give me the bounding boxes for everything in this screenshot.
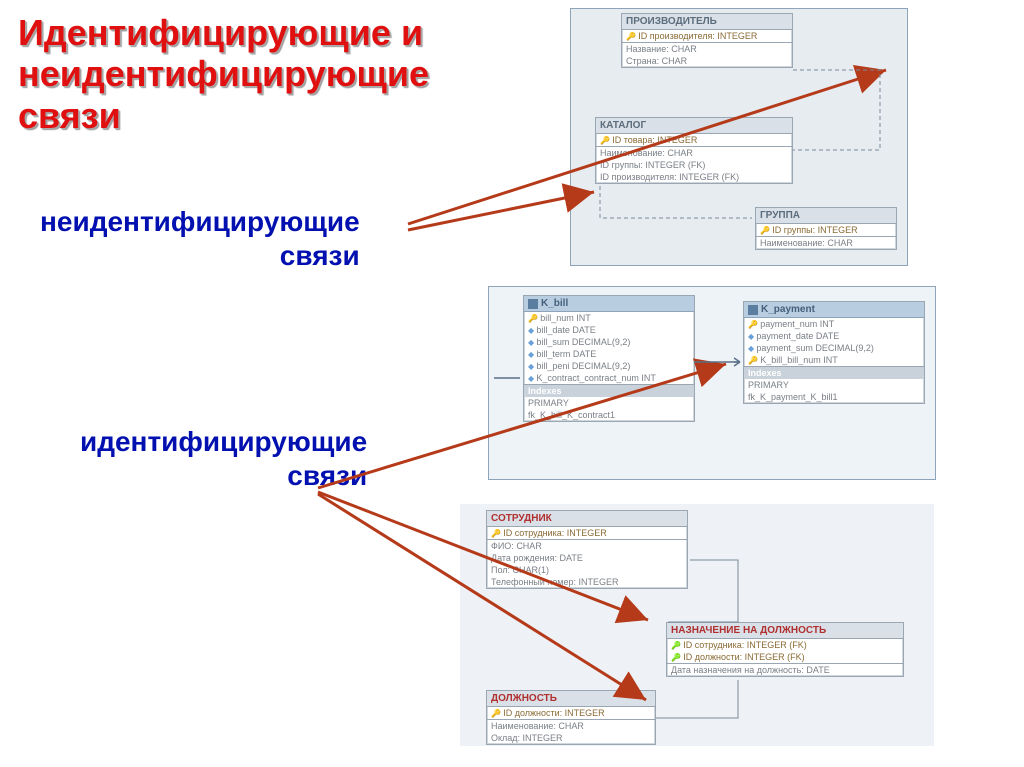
subtitle-identifying: идентифицирующие связи (80, 425, 367, 492)
field: Дата назначения на должность: DATE (667, 664, 903, 676)
field: Телефонный номер: INTEGER (487, 576, 687, 588)
field-pk: ID должности: INTEGER (487, 707, 655, 719)
field: Название: CHAR (622, 43, 792, 55)
entity-title: ДОЛЖНОСТЬ (487, 691, 655, 707)
entity-title: СОТРУДНИК (487, 511, 687, 527)
entity-title-text: K_payment (761, 304, 815, 315)
field: Пол: CHAR(1) (487, 564, 687, 576)
field: payment_date DATE (744, 330, 924, 342)
entity-assignment: НАЗНАЧЕНИЕ НА ДОЛЖНОСТЬ ID сотрудника: I… (666, 622, 904, 677)
field: ФИО: CHAR (487, 540, 687, 552)
entity-k-bill: K_bill bill_num INT bill_date DATE bill_… (523, 295, 695, 422)
field-pk: ID производителя: INTEGER (622, 30, 792, 42)
entity-title: КАТАЛОГ (596, 118, 792, 134)
entity-group: ГРУППА ID группы: INTEGER Наименование: … (755, 207, 897, 250)
indexes-header: Indexes (744, 366, 924, 379)
field: bill_term DATE (524, 348, 694, 360)
entity-catalog: КАТАЛОГ ID товара: INTEGER Наименование:… (595, 117, 793, 184)
field: Наименование: CHAR (596, 147, 792, 159)
erd-panel-top: ПРОИЗВОДИТЕЛЬ ID производителя: INTEGER … (570, 8, 908, 266)
field: Наименование: CHAR (487, 720, 655, 732)
entity-title: ПРОИЗВОДИТЕЛЬ (622, 14, 792, 30)
field-fk: K_bill_bill_num INT (744, 354, 924, 366)
field: bill_sum DECIMAL(9,2) (524, 336, 694, 348)
entity-title: K_payment (744, 302, 924, 318)
field: bill_num INT (524, 312, 694, 324)
field: bill_peni DECIMAL(9,2) (524, 360, 694, 372)
field-pk-fk: ID должности: INTEGER (FK) (667, 651, 903, 663)
field-fk: ID группы: INTEGER (FK) (596, 159, 792, 171)
entity-k-payment: K_payment payment_num INT payment_date D… (743, 301, 925, 404)
erd-panel-bottom: СОТРУДНИК ID сотрудника: INTEGER ФИО: CH… (460, 504, 934, 746)
index-row: fk_K_payment_K_bill1 (744, 391, 924, 403)
page-title: Идентифицирующие и неидентифицирующие св… (18, 12, 429, 136)
field: Дата рождения: DATE (487, 552, 687, 564)
entity-title-text: K_bill (541, 298, 568, 309)
entity-employee: СОТРУДНИК ID сотрудника: INTEGER ФИО: CH… (486, 510, 688, 589)
field-pk: ID товара: INTEGER (596, 134, 792, 146)
table-icon (528, 299, 538, 309)
index-row: fk_K_bill_K_contract1 (524, 409, 694, 421)
subtitle-nonidentifying: неидентифицирующие связи (40, 205, 360, 272)
field-pk: ID сотрудника: INTEGER (487, 527, 687, 539)
field: payment_num INT (744, 318, 924, 330)
index-row: PRIMARY (744, 379, 924, 391)
indexes-header: Indexes (524, 384, 694, 397)
field: K_contract_contract_num INT (524, 372, 694, 384)
entity-title: K_bill (524, 296, 694, 312)
field-pk: ID группы: INTEGER (756, 224, 896, 236)
field: payment_sum DECIMAL(9,2) (744, 342, 924, 354)
field: Страна: CHAR (622, 55, 792, 67)
entity-title: ГРУППА (756, 208, 896, 224)
field-fk: ID производителя: INTEGER (FK) (596, 171, 792, 183)
field-pk-fk: ID сотрудника: INTEGER (FK) (667, 639, 903, 651)
field: Оклад: INTEGER (487, 732, 655, 744)
field: Наименование: CHAR (756, 237, 896, 249)
erd-panel-middle: K_bill bill_num INT bill_date DATE bill_… (488, 286, 936, 480)
table-icon (748, 305, 758, 315)
field: bill_date DATE (524, 324, 694, 336)
entity-position: ДОЛЖНОСТЬ ID должности: INTEGER Наименов… (486, 690, 656, 745)
entity-title: НАЗНАЧЕНИЕ НА ДОЛЖНОСТЬ (667, 623, 903, 639)
entity-producer: ПРОИЗВОДИТЕЛЬ ID производителя: INTEGER … (621, 13, 793, 68)
index-row: PRIMARY (524, 397, 694, 409)
